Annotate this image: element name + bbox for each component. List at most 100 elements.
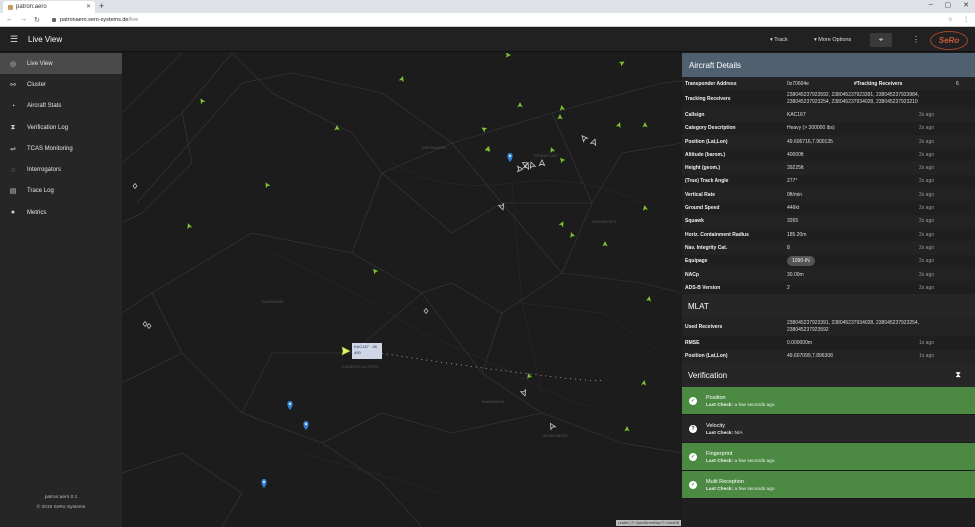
unknown-target-marker[interactable] — [142, 320, 148, 328]
sidebar-item-tcas-monitoring[interactable]: ⇌ TCAS Monitoring — [0, 138, 122, 159]
browser-menu-icon[interactable]: ⋮ — [963, 16, 969, 23]
hourglass-icon[interactable]: ⧗ — [955, 370, 961, 380]
mlat-aircraft-marker[interactable] — [548, 422, 557, 431]
verification-position[interactable]: ✓ Position Last Check: a few seconds ago — [682, 387, 975, 415]
back-icon[interactable]: ← — [6, 16, 14, 23]
detail-value: 238045237923592, 238045237923391, 238045… — [787, 92, 920, 105]
check-circle-icon: ✓ — [689, 452, 697, 461]
detail-age: 2s ago — [919, 244, 935, 251]
close-tab-icon[interactable]: ✕ — [86, 3, 91, 10]
aircraft-marker[interactable] — [186, 222, 193, 230]
sidebar-item-verification-log[interactable]: ⧗ Verification Log — [0, 117, 122, 138]
aircraft-marker[interactable] — [263, 181, 271, 189]
track-label: Track — [774, 37, 788, 43]
reload-icon[interactable]: ↻ — [34, 16, 42, 24]
aircraft-marker[interactable] — [646, 296, 652, 302]
aircraft-marker[interactable] — [618, 59, 626, 67]
receiver-pin-icon[interactable] — [507, 153, 513, 162]
verification-multi-reception[interactable]: ✓ Multi Reception Last Check: a few second… — [682, 471, 975, 499]
aircraft-marker[interactable] — [642, 122, 648, 128]
detail-age: 2s ago — [919, 258, 935, 265]
mlat-aircraft-marker[interactable] — [516, 165, 524, 173]
aircraft-marker[interactable] — [371, 267, 379, 275]
sidebar-footer: patron:aero 0.1 © 2019 SeRo Systems — [0, 493, 122, 513]
unknown-markers[interactable] — [132, 182, 429, 330]
mlat-aircraft-marker[interactable] — [529, 161, 537, 170]
app-menu-icon[interactable]: ⋮ — [912, 35, 920, 44]
close-window-icon[interactable]: ✕ — [963, 1, 969, 9]
aircraft-marker[interactable] — [641, 380, 647, 386]
log-icon: ▤ — [9, 188, 17, 196]
sidebar-item-trace-log[interactable]: ▤ Trace Log — [0, 181, 122, 202]
receiver-pin-icon[interactable] — [303, 421, 309, 430]
detail-key: RMSE — [685, 340, 700, 347]
detail-age: 1s ago — [919, 353, 935, 360]
tcas-icon: ⇌ — [10, 145, 16, 153]
aircraft-marker[interactable] — [398, 75, 406, 83]
mlat-header: MLAT — [682, 294, 975, 319]
selected-aircraft-icon[interactable] — [341, 346, 351, 356]
more-options-dropdown[interactable]: ▾ More Options — [814, 37, 851, 43]
verification-header: Verification ⧗ — [682, 363, 975, 388]
receiver-pin-icon[interactable] — [287, 401, 293, 410]
detail-value: 2 — [787, 284, 790, 291]
airspace-boundaries — [122, 53, 682, 527]
mlat-aircraft-marker[interactable] — [589, 138, 598, 147]
detail-key: (True) Track Angle — [685, 178, 729, 185]
receiver-pin-icon[interactable] — [261, 479, 267, 488]
equipage-chip: 1090-IN — [787, 256, 815, 267]
bookmark-star-icon[interactable]: ☆ — [948, 16, 953, 23]
detail-age: 1s ago — [919, 340, 935, 347]
aircraft-markers[interactable] — [186, 53, 653, 432]
aircraft-marker[interactable] — [480, 125, 488, 133]
mlat-aircraft-marker[interactable] — [538, 159, 546, 167]
aircraft-marker[interactable] — [602, 241, 608, 247]
mlat-aircraft-marker[interactable] — [519, 388, 528, 397]
detail-value: 446kt — [787, 205, 800, 212]
locate-button[interactable]: ⌖ — [870, 33, 892, 47]
forward-icon[interactable]: → — [20, 16, 28, 23]
maximize-icon[interactable]: ▢ — [945, 1, 952, 9]
unknown-target-marker[interactable] — [132, 182, 138, 190]
detail-value: 40000ft — [787, 151, 804, 158]
aircraft-marker[interactable] — [557, 114, 563, 120]
selected-aircraft-callout[interactable]: KAC167 · 45 400 — [352, 343, 382, 359]
mlat-aircraft-markers[interactable] — [497, 134, 598, 431]
verification-velocity[interactable]: ? Velocity Last Check: N/A — [682, 415, 975, 443]
sidebar-item-metrics[interactable]: ● Metrics — [0, 202, 122, 223]
mlat-aircraft-marker[interactable] — [497, 202, 506, 211]
detail-row-ground-speed: Ground Speed 446kt 2s ago — [682, 201, 975, 215]
sidebar-item-aircraft-stats[interactable]: ◔ Aircraft Stats — [0, 96, 122, 117]
menu-icon[interactable]: ☰ — [10, 34, 18, 45]
sidebar-item-interrogators[interactable]: ◌ Interrogators — [0, 159, 122, 180]
new-tab-button[interactable]: + — [99, 1, 104, 11]
unknown-target-marker[interactable] — [146, 322, 152, 330]
aircraft-marker[interactable] — [517, 102, 523, 108]
aircraft-marker[interactable] — [558, 156, 566, 164]
live-map[interactable]: FRANKFURT WIESBADEN MANNHEIM HEIDELBERG … — [122, 53, 682, 527]
aircraft-marker[interactable] — [642, 205, 648, 211]
aircraft-marker[interactable] — [615, 121, 623, 129]
browser-tab[interactable]: patron:aero ✕ — [3, 1, 95, 13]
track-dropdown[interactable]: ▾ Track — [770, 37, 788, 43]
minimize-icon[interactable]: – — [929, 1, 933, 9]
aircraft-marker[interactable] — [558, 220, 566, 228]
aircraft-marker[interactable] — [505, 53, 511, 58]
aircraft-marker[interactable] — [569, 231, 576, 239]
sidebar-item-cluster[interactable]: ⚯ Cluster — [0, 74, 122, 95]
map-canvas[interactable]: FRANKFURT WIESBADEN MANNHEIM HEIDELBERG … — [122, 53, 682, 527]
mlat-aircraft-marker[interactable] — [580, 134, 589, 143]
detail-age: 2s ago — [919, 125, 935, 132]
receiver-markers[interactable] — [261, 153, 513, 488]
aircraft-marker[interactable] — [334, 125, 340, 131]
map-attribution[interactable]: Leaflet | © OpenStreetMap © CartoDB — [615, 520, 681, 526]
aircraft-marker[interactable] — [624, 426, 630, 432]
unknown-target-marker[interactable] — [423, 307, 429, 315]
sidebar-item-live-view[interactable]: ◎ Live View — [0, 53, 122, 75]
aircraft-marker[interactable] — [198, 97, 206, 105]
verification-fingerprint[interactable]: ✓ Fingerprint Last Check: a few seconds ag… — [682, 443, 975, 471]
detail-value: 277° — [787, 178, 798, 185]
selected-aircraft[interactable] — [341, 346, 351, 356]
address-bar[interactable]: patronaero.sero-systems.de/live — [52, 15, 935, 25]
details-title: Aircraft Details — [689, 60, 742, 70]
